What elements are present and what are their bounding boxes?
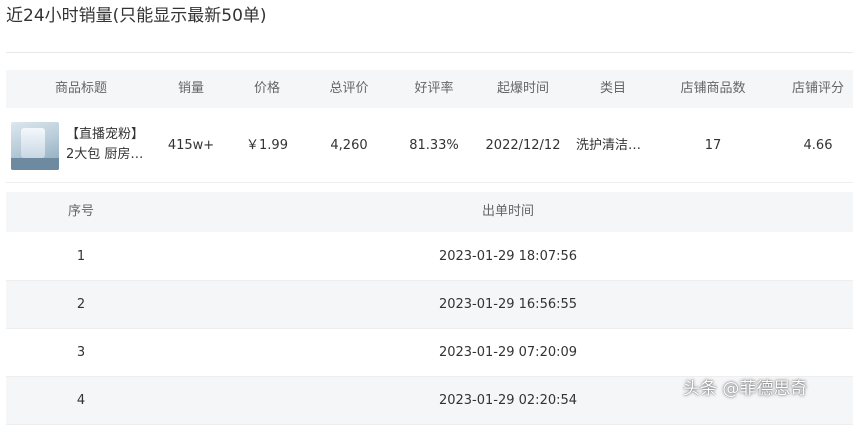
- cell-shop-score: 4.66: [803, 138, 833, 153]
- order-time: 2023-01-29 02:20:54: [438, 393, 578, 408]
- cell-total-reviews: 4,260: [330, 138, 368, 153]
- product-title-line1: 【直播宠粉】: [66, 127, 145, 142]
- col-header-category: 类目: [599, 81, 627, 96]
- product-table-header: 商品标题 销量 价格 总评价 好评率 起爆时间 类目 店铺商品数 店铺评分: [6, 70, 853, 108]
- col-header-index: 序号: [67, 204, 95, 219]
- cell-positive-rate: 81.33%: [409, 138, 459, 153]
- col-header-price[interactable]: 价格: [254, 70, 280, 108]
- table-row: 1 2023-01-29 18:07:56: [6, 233, 853, 281]
- col-header-total-reviews[interactable]: 总评价: [329, 70, 368, 108]
- cell-burst-time: 2022/12/12: [485, 138, 561, 153]
- order-index: 2: [76, 297, 86, 312]
- order-time: 2023-01-29 18:07:56: [438, 249, 578, 264]
- watermark: 头条 @菲德思奇: [683, 379, 808, 399]
- cell-category: 洗护清洁…: [576, 138, 642, 153]
- order-time: 2023-01-29 07:20:09: [438, 345, 578, 360]
- col-header-shop-product-count[interactable]: 店铺商品数: [680, 70, 745, 108]
- title-divider: [6, 52, 853, 53]
- col-header-title: 商品标题: [54, 81, 108, 96]
- order-index: 3: [76, 345, 86, 360]
- page-title: 近24小时销量(只能显示最新50单): [6, 6, 267, 26]
- product-thumbnail[interactable]: [11, 122, 59, 170]
- order-table-header: 序号 出单时间: [6, 192, 853, 232]
- order-index: 4: [76, 393, 86, 408]
- order-index: 1: [76, 249, 86, 264]
- cell-sales: 415w+: [167, 138, 215, 153]
- product-title-line2: 2大包 厨房…: [66, 147, 144, 162]
- table-row: 3 2023-01-29 07:20:09: [6, 329, 853, 377]
- col-header-positive-rate[interactable]: 好评率: [414, 70, 453, 108]
- col-header-sales[interactable]: 销量: [178, 70, 204, 108]
- product-title[interactable]: 【直播宠粉】 2大包 厨房…: [66, 125, 161, 165]
- table-row: 2 2023-01-29 16:56:55: [6, 281, 853, 329]
- cell-shop-product-count: 17: [704, 138, 722, 153]
- product-row[interactable]: 【直播宠粉】 2大包 厨房… 415w+ ￥1.99 4,260 81.33% …: [6, 109, 853, 183]
- col-header-burst-time[interactable]: 起爆时间: [497, 70, 549, 108]
- product-thumbnail-base: [11, 158, 59, 170]
- col-header-order-time: 出单时间: [481, 204, 535, 219]
- cell-price: ￥1.99: [246, 138, 288, 153]
- order-time: 2023-01-29 16:56:55: [438, 297, 578, 312]
- col-header-shop-score[interactable]: 店铺评分: [792, 70, 844, 108]
- product-package-shape: [21, 128, 45, 158]
